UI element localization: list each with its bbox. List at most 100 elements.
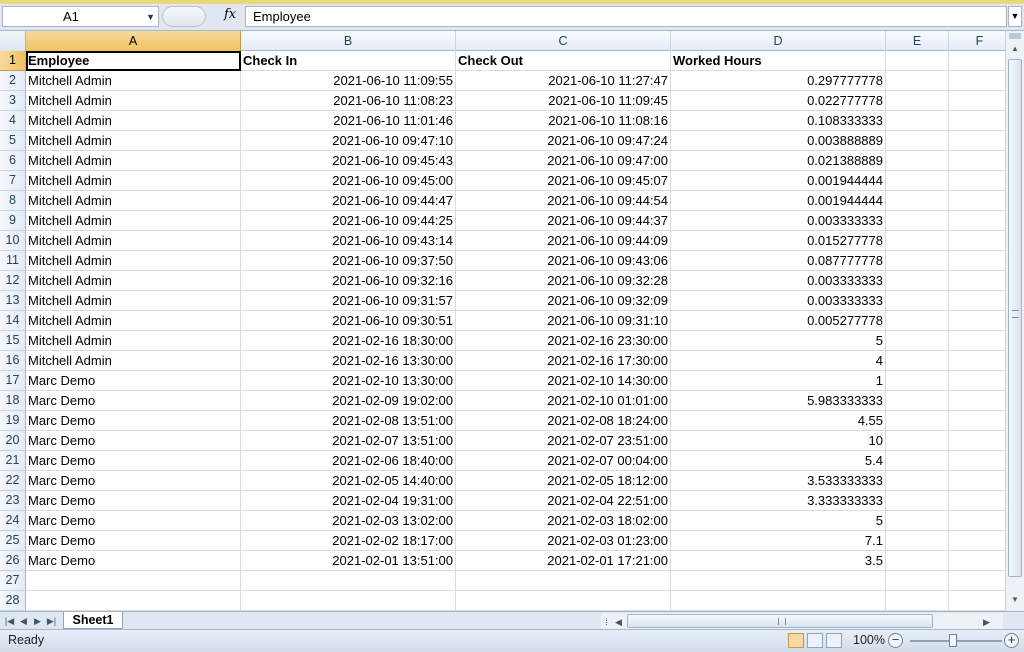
- row-header[interactable]: 6: [0, 151, 26, 171]
- cell-a4[interactable]: Mitchell Admin: [26, 111, 241, 131]
- cell-c8[interactable]: 2021-06-10 09:44:54: [456, 191, 671, 211]
- cell-e15[interactable]: [886, 331, 949, 351]
- column-header-c[interactable]: C: [456, 31, 671, 51]
- cell-c11[interactable]: 2021-06-10 09:43:06: [456, 251, 671, 271]
- scroll-down-icon[interactable]: ▼: [1006, 592, 1024, 608]
- cell-b19[interactable]: 2021-02-08 13:51:00: [241, 411, 456, 431]
- cell-a12[interactable]: Mitchell Admin: [26, 271, 241, 291]
- cell-f3[interactable]: [949, 91, 1005, 111]
- cell-c22[interactable]: 2021-02-05 18:12:00: [456, 471, 671, 491]
- cell-f28[interactable]: [949, 591, 1005, 611]
- cell-c10[interactable]: 2021-06-10 09:44:09: [456, 231, 671, 251]
- row-header[interactable]: 25: [0, 531, 26, 551]
- cell-c13[interactable]: 2021-06-10 09:32:09: [456, 291, 671, 311]
- cell-b13[interactable]: 2021-06-10 09:31:57: [241, 291, 456, 311]
- column-header-f[interactable]: F: [949, 31, 1005, 51]
- cell-d9[interactable]: 0.003333333: [671, 211, 886, 231]
- cell-d20[interactable]: 10: [671, 431, 886, 451]
- cell-e17[interactable]: [886, 371, 949, 391]
- cell-a21[interactable]: Marc Demo: [26, 451, 241, 471]
- cell-c21[interactable]: 2021-02-07 00:04:00: [456, 451, 671, 471]
- expand-formula-bar-icon[interactable]: ▼: [1008, 6, 1022, 27]
- cell-a6[interactable]: Mitchell Admin: [26, 151, 241, 171]
- cell-f11[interactable]: [949, 251, 1005, 271]
- cell-b15[interactable]: 2021-02-16 18:30:00: [241, 331, 456, 351]
- zoom-in-icon[interactable]: +: [1004, 633, 1019, 648]
- cell-c19[interactable]: 2021-02-08 18:24:00: [456, 411, 671, 431]
- worksheet-grid[interactable]: ABCDEF 1 Employee Check In Check Out Worked …: [0, 31, 1005, 611]
- next-sheet-icon[interactable]: ▶: [32, 613, 43, 629]
- cell-d22[interactable]: 3.533333333: [671, 471, 886, 491]
- cell-a1[interactable]: Employee: [26, 51, 241, 71]
- cell-c27[interactable]: [456, 571, 671, 591]
- cell-e24[interactable]: [886, 511, 949, 531]
- cell-e16[interactable]: [886, 351, 949, 371]
- cell-a5[interactable]: Mitchell Admin: [26, 131, 241, 151]
- cell-b6[interactable]: 2021-06-10 09:45:43: [241, 151, 456, 171]
- cell-d24[interactable]: 5: [671, 511, 886, 531]
- cell-a3[interactable]: Mitchell Admin: [26, 91, 241, 111]
- cell-b4[interactable]: 2021-06-10 11:01:46: [241, 111, 456, 131]
- row-header[interactable]: 7: [0, 171, 26, 191]
- cell-b18[interactable]: 2021-02-09 19:02:00: [241, 391, 456, 411]
- cell-e26[interactable]: [886, 551, 949, 571]
- row-header[interactable]: 9: [0, 211, 26, 231]
- cell-a7[interactable]: Mitchell Admin: [26, 171, 241, 191]
- row-header[interactable]: 20: [0, 431, 26, 451]
- cell-e11[interactable]: [886, 251, 949, 271]
- cell-d26[interactable]: 3.5: [671, 551, 886, 571]
- cell-a11[interactable]: Mitchell Admin: [26, 251, 241, 271]
- row-header[interactable]: 2: [0, 71, 26, 91]
- row-header[interactable]: 17: [0, 371, 26, 391]
- cell-e6[interactable]: [886, 151, 949, 171]
- cell-a15[interactable]: Mitchell Admin: [26, 331, 241, 351]
- cell-e12[interactable]: [886, 271, 949, 291]
- chevron-down-icon[interactable]: ▼: [146, 12, 155, 22]
- cell-c18[interactable]: 2021-02-10 01:01:00: [456, 391, 671, 411]
- cell-d12[interactable]: 0.003333333: [671, 271, 886, 291]
- row-header[interactable]: 8: [0, 191, 26, 211]
- row-header[interactable]: 23: [0, 491, 26, 511]
- cell-f17[interactable]: [949, 371, 1005, 391]
- cell-d8[interactable]: 0.001944444: [671, 191, 886, 211]
- cell-d19[interactable]: 4.55: [671, 411, 886, 431]
- scroll-left-icon[interactable]: ◀: [613, 614, 624, 630]
- cell-e22[interactable]: [886, 471, 949, 491]
- cell-d2[interactable]: 0.297777778: [671, 71, 886, 91]
- cell-f10[interactable]: [949, 231, 1005, 251]
- row-header[interactable]: 18: [0, 391, 26, 411]
- row-header[interactable]: 10: [0, 231, 26, 251]
- cell-e2[interactable]: [886, 71, 949, 91]
- row-header[interactable]: 26: [0, 551, 26, 571]
- cell-f5[interactable]: [949, 131, 1005, 151]
- row-header[interactable]: 22: [0, 471, 26, 491]
- cell-e18[interactable]: [886, 391, 949, 411]
- cell-a16[interactable]: Mitchell Admin: [26, 351, 241, 371]
- cell-f22[interactable]: [949, 471, 1005, 491]
- cell-c23[interactable]: 2021-02-04 22:51:00: [456, 491, 671, 511]
- cell-d14[interactable]: 0.005277778: [671, 311, 886, 331]
- cell-c1[interactable]: Check Out: [456, 51, 671, 71]
- cell-f9[interactable]: [949, 211, 1005, 231]
- cell-d21[interactable]: 5.4: [671, 451, 886, 471]
- name-box[interactable]: A1 ▼: [2, 6, 159, 27]
- cell-a13[interactable]: Mitchell Admin: [26, 291, 241, 311]
- cell-f19[interactable]: [949, 411, 1005, 431]
- column-header-b[interactable]: B: [241, 31, 456, 51]
- cell-c3[interactable]: 2021-06-10 11:09:45: [456, 91, 671, 111]
- cell-b16[interactable]: 2021-02-16 13:30:00: [241, 351, 456, 371]
- cell-e7[interactable]: [886, 171, 949, 191]
- cell-a24[interactable]: Marc Demo: [26, 511, 241, 531]
- horizontal-scrollbar[interactable]: ⁞ ◀ ▶: [601, 613, 1003, 629]
- row-header[interactable]: 15: [0, 331, 26, 351]
- row-header[interactable]: 16: [0, 351, 26, 371]
- cell-a26[interactable]: Marc Demo: [26, 551, 241, 571]
- first-sheet-icon[interactable]: |◀: [4, 613, 15, 629]
- cell-a22[interactable]: Marc Demo: [26, 471, 241, 491]
- cell-c12[interactable]: 2021-06-10 09:32:28: [456, 271, 671, 291]
- row-header[interactable]: 3: [0, 91, 26, 111]
- cell-b8[interactable]: 2021-06-10 09:44:47: [241, 191, 456, 211]
- row-header[interactable]: 4: [0, 111, 26, 131]
- cell-f26[interactable]: [949, 551, 1005, 571]
- cell-f7[interactable]: [949, 171, 1005, 191]
